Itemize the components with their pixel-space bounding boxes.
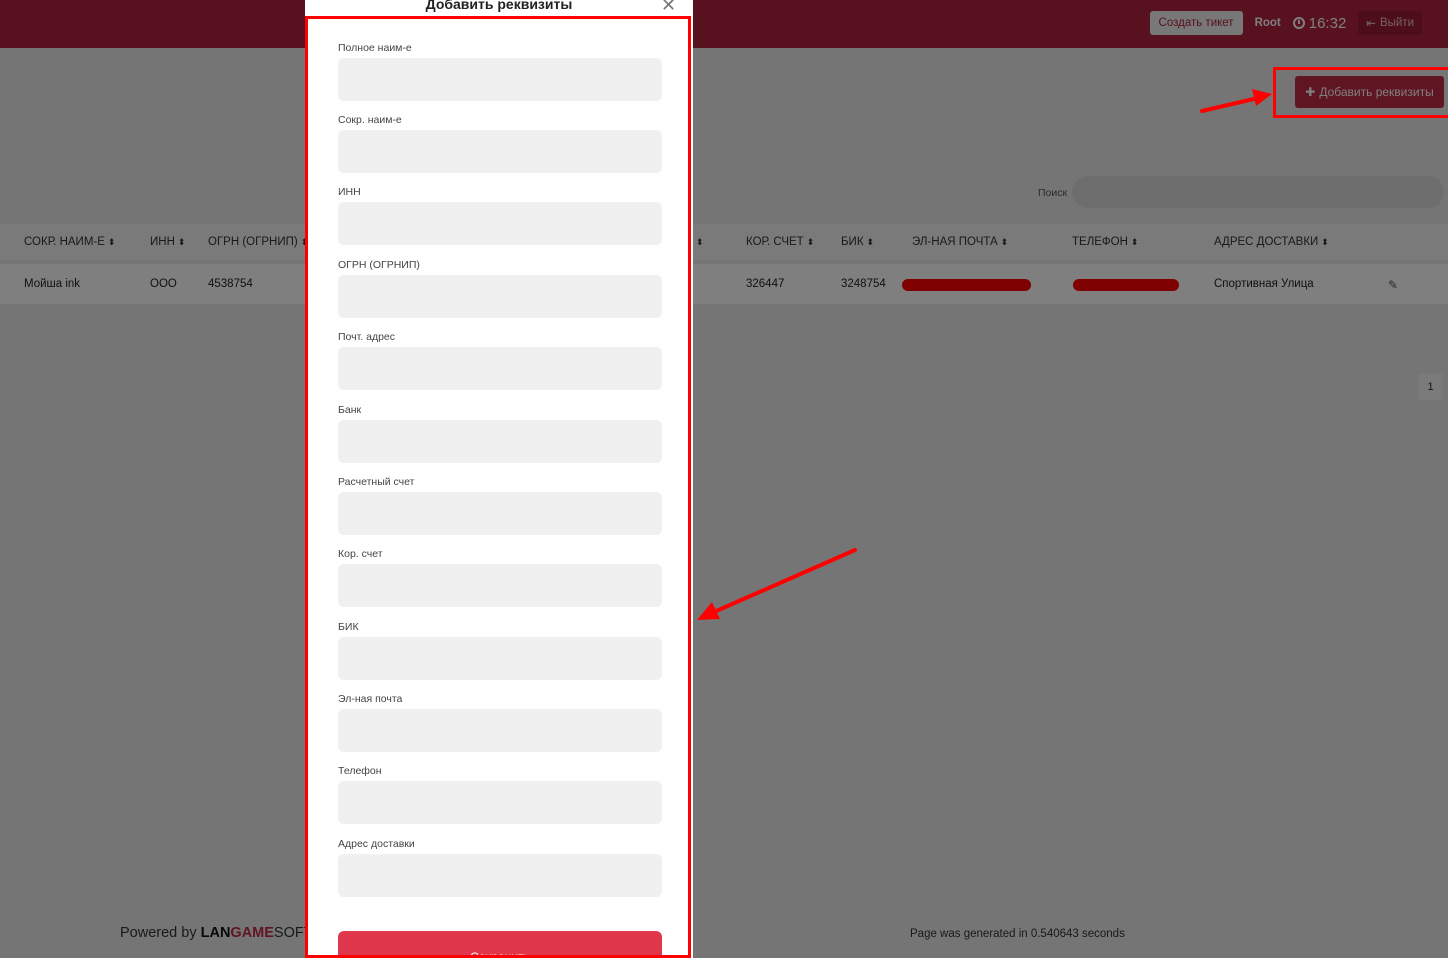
close-icon[interactable]: ✕ (661, 0, 676, 14)
modal-backdrop[interactable] (0, 0, 1448, 958)
annotation-modal-outline (305, 16, 691, 958)
modal-title: Добавить реквизиты (425, 0, 573, 12)
annotation-button-outline (1273, 67, 1448, 118)
